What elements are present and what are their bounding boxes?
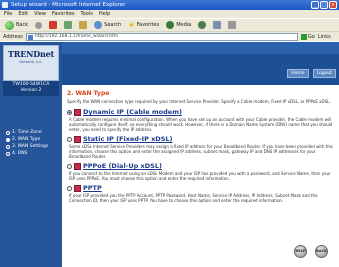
minimize-button[interactable]: _ bbox=[311, 1, 319, 9]
browser-toolbar: Back Search ★ Favorites Media bbox=[0, 18, 339, 31]
intro-text: Specify the WAN connection type required… bbox=[67, 99, 331, 104]
brand-slogan: Network, Inc. bbox=[19, 60, 43, 64]
step-wan-type[interactable]: 2. WAN Type bbox=[6, 136, 48, 143]
home-icon bbox=[79, 21, 88, 29]
mail-button[interactable] bbox=[211, 20, 223, 31]
pptp-radio[interactable] bbox=[67, 185, 72, 191]
option-pptp: PPTP If your ISP provided you the PPTP A… bbox=[67, 184, 335, 203]
go-arrow-icon bbox=[300, 33, 307, 40]
sidebar: TRENDnet Network, Inc. TW100-S4W1CA Vers… bbox=[0, 42, 62, 267]
home-toolbar-button[interactable] bbox=[77, 20, 89, 31]
step-indicator-icon bbox=[6, 151, 10, 156]
search-button[interactable]: Search bbox=[92, 20, 123, 31]
pptp-icon bbox=[74, 184, 81, 192]
menu-favorites[interactable]: Favorites bbox=[52, 10, 75, 18]
step-dns[interactable]: 4. DNS bbox=[6, 150, 48, 157]
brand-name: TRENDnet bbox=[8, 49, 54, 59]
menu-bar: File Edit View Favorites Tools Help bbox=[0, 10, 339, 18]
mail-icon bbox=[213, 21, 222, 29]
media-button[interactable]: Media bbox=[164, 20, 193, 31]
star-icon: ★ bbox=[128, 20, 135, 29]
help-button[interactable]: HELP bbox=[294, 245, 307, 258]
links-label[interactable]: Links bbox=[318, 34, 331, 40]
option-static-ip: Static IP (Fixed-IP xDSL) Some xDSL Inte… bbox=[67, 135, 335, 159]
step-indicator-icon bbox=[6, 144, 10, 149]
stop-icon bbox=[49, 21, 58, 29]
menu-file[interactable]: File bbox=[4, 10, 12, 18]
pppoe-link[interactable]: PPPoE (Dial-Up xDSL) bbox=[83, 162, 162, 170]
print-button[interactable] bbox=[226, 20, 238, 31]
pppoe-description: If you connect to the Internet using an … bbox=[69, 171, 331, 181]
dynamic-ip-description: A Cable modem requires minimal configura… bbox=[69, 117, 333, 132]
model-version: Version 2 bbox=[20, 88, 42, 93]
step-label: 4. DNS bbox=[12, 151, 28, 156]
media-label: Media bbox=[176, 22, 192, 28]
pppoe-radio[interactable] bbox=[67, 163, 72, 169]
print-icon bbox=[228, 21, 237, 29]
static-ip-description: Some xDSL Internet Service Providers may… bbox=[69, 144, 334, 159]
maximize-button[interactable]: □ bbox=[320, 1, 328, 9]
back-nav-button[interactable]: BACK bbox=[315, 245, 328, 258]
model-label: TW100-S4W1CA Version 2 bbox=[3, 81, 59, 96]
search-icon bbox=[94, 21, 103, 29]
address-label: Address bbox=[3, 33, 23, 40]
window-titlebar: Setup wizard - Microsoft Internet Explor… bbox=[0, 0, 339, 10]
logout-button[interactable]: Logout bbox=[312, 69, 336, 78]
dynamic-ip-icon bbox=[74, 108, 81, 116]
window-controls: _ □ x bbox=[311, 1, 337, 9]
go-label: Go bbox=[307, 33, 315, 40]
close-button[interactable]: x bbox=[329, 1, 337, 9]
static-ip-icon bbox=[74, 135, 81, 143]
header-band: Home Logout bbox=[62, 42, 339, 85]
pptp-link[interactable]: PPTP bbox=[83, 184, 102, 192]
wizard-steps: 1. Time Zone 2. WAN Type 3. WAN Settings… bbox=[6, 129, 48, 157]
menu-help[interactable]: Help bbox=[99, 10, 110, 18]
header-buttons: Home Logout bbox=[287, 69, 336, 78]
history-icon bbox=[198, 21, 207, 29]
media-icon bbox=[166, 21, 175, 29]
go-button[interactable]: Go bbox=[300, 33, 315, 40]
back-arrow-icon bbox=[5, 20, 14, 30]
menu-view[interactable]: View bbox=[34, 10, 46, 18]
forward-button[interactable] bbox=[33, 20, 44, 31]
address-input[interactable]: http://192.168.1.1/frame_wizard.htm bbox=[25, 32, 298, 41]
option-pppoe: PPPoE (Dial-Up xDSL) If you connect to t… bbox=[67, 162, 335, 181]
option-dynamic-ip: Dynamic IP (Cable modem) A Cable modem r… bbox=[67, 108, 335, 132]
ie-app-icon bbox=[2, 2, 8, 8]
favorites-label: Favorites bbox=[136, 22, 160, 28]
router-page: TRENDnet Network, Inc. TW100-S4W1CA Vers… bbox=[0, 42, 339, 267]
back-label: Back bbox=[16, 22, 29, 28]
back-button[interactable]: Back bbox=[3, 20, 30, 31]
step-time-zone[interactable]: 1. Time Zone bbox=[6, 129, 48, 136]
history-button[interactable] bbox=[196, 20, 208, 31]
forward-arrow-icon bbox=[35, 21, 43, 29]
step-indicator-icon bbox=[6, 137, 10, 142]
home-button[interactable]: Home bbox=[287, 69, 309, 78]
search-label: Search bbox=[104, 22, 122, 28]
step-label: 3. WAN Settings bbox=[12, 144, 49, 149]
address-bar: Address http://192.168.1.1/frame_wizard.… bbox=[0, 31, 339, 41]
step-indicator-icon bbox=[6, 130, 10, 135]
menu-edit[interactable]: Edit bbox=[18, 10, 28, 18]
step-wan-settings[interactable]: 3. WAN Settings bbox=[6, 143, 48, 150]
pptp-description: If your ISP provided you the PPTP Accoun… bbox=[69, 193, 318, 203]
page-title: 2. WAN Type bbox=[67, 90, 110, 97]
wan-type-content: 2. WAN Type Specify the WAN connection t… bbox=[67, 90, 335, 206]
static-ip-radio[interactable] bbox=[67, 136, 72, 142]
stop-button[interactable] bbox=[47, 20, 59, 31]
static-ip-link[interactable]: Static IP (Fixed-IP xDSL) bbox=[83, 135, 173, 143]
dynamic-ip-link[interactable]: Dynamic IP (Cable modem) bbox=[83, 108, 182, 116]
menu-tools[interactable]: Tools bbox=[81, 10, 93, 18]
dynamic-ip-radio[interactable] bbox=[67, 109, 72, 115]
pppoe-icon bbox=[74, 162, 81, 170]
step-label: 1. Time Zone bbox=[12, 130, 42, 135]
window-title: Setup wizard - Microsoft Internet Explor… bbox=[11, 2, 126, 8]
brand-logo: TRENDnet Network, Inc. bbox=[3, 45, 59, 81]
refresh-icon bbox=[64, 21, 73, 29]
refresh-button[interactable] bbox=[62, 20, 74, 31]
step-label: 2. WAN Type bbox=[12, 137, 41, 142]
favorites-button[interactable]: ★ Favorites bbox=[126, 20, 161, 31]
